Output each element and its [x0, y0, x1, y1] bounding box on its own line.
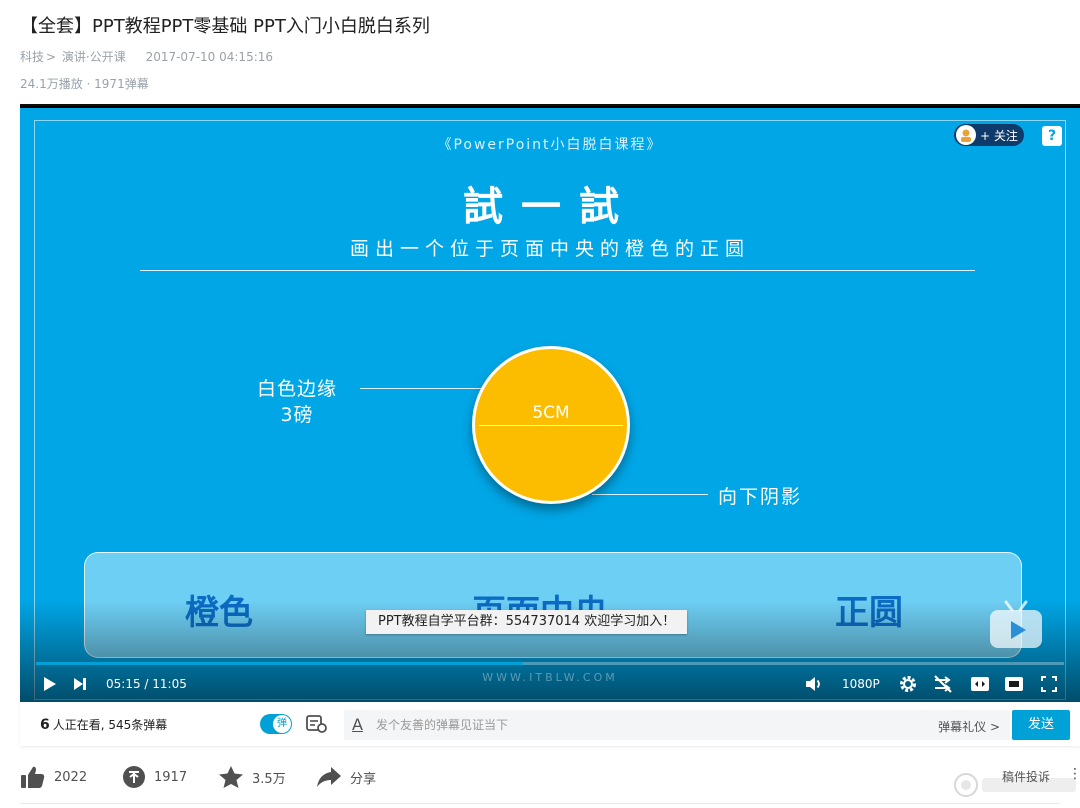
- progress-bar[interactable]: [36, 662, 1064, 665]
- next-icon: [74, 678, 86, 690]
- orange-circle: 5CM: [472, 346, 630, 504]
- more-options-icon[interactable]: ⋮: [1068, 766, 1080, 782]
- slide-divider: [140, 270, 975, 271]
- favorite-count: 3.5万: [252, 771, 286, 787]
- share-button[interactable]: 分享: [316, 764, 376, 790]
- annotation-border: 白色边缘 3磅: [242, 376, 352, 428]
- like-count: 2022: [54, 769, 88, 785]
- play-icon: [44, 677, 56, 691]
- volume-icon: [806, 677, 820, 691]
- webfullscreen-button[interactable]: [1004, 673, 1024, 695]
- annotation-border-line2: 3磅: [280, 404, 314, 426]
- danmaku-message: PPT教程自学平台群：554737014 欢迎学习加入！: [366, 610, 688, 634]
- play-button[interactable]: [42, 673, 58, 695]
- category-link[interactable]: 科技: [20, 50, 44, 64]
- leader-line-right: [592, 494, 708, 495]
- like-button[interactable]: 2022: [20, 764, 87, 790]
- follow-button[interactable]: + 关注: [954, 124, 1024, 146]
- avatar-icon: [961, 129, 971, 142]
- danmaku-input-wrap: A 弹幕礼仪 >: [344, 710, 1010, 740]
- bottom-divider: [20, 803, 1060, 804]
- subcategory-link[interactable]: 演讲·公开课: [62, 50, 126, 64]
- viewer-info: 6 人正在看, 545条弹幕: [40, 716, 167, 733]
- slide-course-name: 《PowerPoint小白脱白课程》: [437, 137, 663, 153]
- uploader-avatar: [956, 125, 976, 145]
- favorite-button[interactable]: 3.5万: [218, 764, 286, 790]
- share-label: 分享: [350, 771, 377, 787]
- report-link[interactable]: 稿件投诉: [1002, 768, 1050, 785]
- danmaku-input[interactable]: [376, 710, 916, 740]
- send-button[interactable]: 发送: [1012, 710, 1070, 740]
- video-player[interactable]: 《PowerPoint小白脱白课程》 試一試 画出一个位于页面中央的橙色的正圆 …: [20, 104, 1080, 702]
- video-title: 【全套】PPT教程PPT零基础 PPT入门小白脱白系列: [20, 16, 430, 37]
- web-fullscreen-icon: [1005, 677, 1023, 691]
- time-display: 05:15 / 11:05: [106, 677, 187, 691]
- next-button[interactable]: [72, 673, 88, 695]
- viewer-count: 6: [40, 717, 50, 733]
- video-meta: 科技 > 演讲·公开课 2017-07-10 04:15:16: [20, 50, 274, 64]
- share-icon: [317, 767, 341, 787]
- circle-diameter-line: [479, 425, 623, 426]
- annotation-border-line1: 白色边缘: [256, 378, 337, 400]
- danmaku-switch-knob: 弹: [273, 715, 291, 733]
- publish-date: 2017-07-10 04:15:16: [145, 50, 274, 64]
- coin-icon: [123, 766, 145, 788]
- widescreen-button[interactable]: [970, 673, 990, 695]
- tv-mascot-icon[interactable]: [986, 596, 1046, 652]
- circle-size-label: 5CM: [532, 403, 570, 423]
- coin-button[interactable]: 1917: [122, 764, 187, 790]
- font-style-icon[interactable]: A: [352, 715, 363, 734]
- slide-subtitle: 画出一个位于页面中央的橙色的正圆: [349, 238, 750, 260]
- fullscreen-icon: [1041, 676, 1057, 692]
- danmaku-switch[interactable]: 弹: [260, 714, 292, 734]
- danmaku-etiquette-link[interactable]: 弹幕礼仪 >: [938, 718, 1000, 735]
- follow-label: + 关注: [980, 128, 1018, 143]
- widescreen-icon: [971, 677, 989, 691]
- danmaku-bar: 6人正在看, 545条弹幕 弹 A 弹幕礼仪 > 发送: [20, 702, 1080, 746]
- slide-title: 試一試: [463, 183, 637, 230]
- progress-fill: [36, 662, 524, 665]
- coin-count: 1917: [154, 769, 188, 785]
- annotation-shadow: 向下阴影: [718, 486, 803, 508]
- fullscreen-button[interactable]: [1040, 673, 1058, 695]
- help-button[interactable]: ?: [1042, 126, 1062, 146]
- viewer-text: 人正在看, 545条弹幕: [52, 718, 168, 732]
- view-stats: 24.1万播放 · 1971弹幕: [20, 77, 149, 91]
- danmaku-toggle-button[interactable]: [932, 673, 954, 695]
- danmaku-off-icon: [934, 675, 952, 693]
- gear-icon: [900, 676, 916, 692]
- danmaku-settings-icon[interactable]: [306, 714, 328, 734]
- quality-selector[interactable]: 1080P: [842, 673, 880, 695]
- thumbs-up-icon: [21, 766, 45, 788]
- star-icon: [219, 766, 243, 788]
- leader-line-left: [360, 388, 484, 389]
- settings-button[interactable]: [898, 673, 918, 695]
- volume-button[interactable]: [804, 673, 824, 695]
